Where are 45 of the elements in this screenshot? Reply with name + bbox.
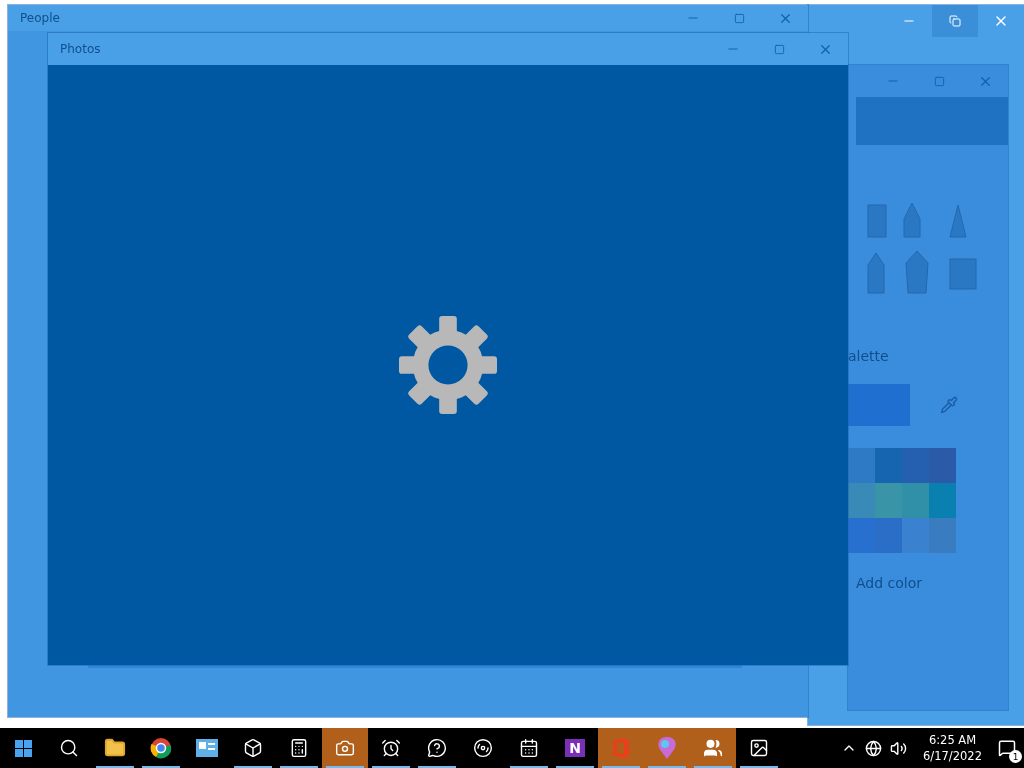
color-swatch[interactable] — [902, 448, 929, 483]
color-swatch[interactable] — [848, 518, 875, 553]
gear-icon — [399, 316, 497, 414]
notification-count: 1 — [1009, 750, 1022, 763]
color-swatch[interactable] — [929, 483, 956, 518]
windows-logo-icon — [14, 739, 32, 757]
help-icon — [427, 738, 447, 758]
camera-icon — [335, 738, 355, 758]
photos-icon — [749, 738, 769, 758]
people-icon — [703, 738, 723, 758]
volume-icon[interactable] — [890, 739, 908, 757]
maximize-icon — [933, 75, 945, 87]
color-swatch[interactable] — [848, 483, 875, 518]
eyedropper-icon[interactable] — [940, 396, 958, 414]
restore-icon — [949, 15, 961, 27]
restore-button[interactable] — [932, 5, 978, 37]
paint-drop-icon — [656, 736, 678, 760]
network-icon[interactable] — [865, 739, 883, 757]
window-title: Photos — [60, 42, 102, 56]
maximize-icon — [733, 12, 745, 24]
folder-icon — [104, 737, 126, 759]
onenote-icon: N — [565, 739, 585, 757]
calculator-icon — [289, 738, 309, 758]
alarm-clock-icon — [381, 738, 401, 758]
taskbar-button[interactable]: N — [552, 728, 598, 768]
selected-color-swatch[interactable] — [848, 384, 910, 426]
browser-icon — [150, 737, 172, 759]
search-icon — [59, 738, 79, 758]
color-swatch[interactable] — [902, 483, 929, 518]
calendar-icon — [519, 738, 539, 758]
maximize-icon — [773, 43, 785, 55]
palette-label: alette — [848, 348, 890, 364]
color-swatch[interactable] — [875, 448, 902, 483]
clock[interactable]: 6:25 AM 6/17/2022 — [923, 732, 982, 764]
color-swatch[interactable] — [929, 448, 956, 483]
disc-icon — [473, 738, 493, 758]
color-swatch[interactable] — [875, 518, 902, 553]
color-swatch[interactable] — [902, 518, 929, 553]
color-swatch[interactable] — [875, 483, 902, 518]
cube-icon — [243, 738, 263, 758]
color-swatch[interactable] — [929, 518, 956, 553]
color-swatch[interactable] — [848, 448, 875, 483]
window-title: People — [20, 11, 61, 25]
office-icon — [611, 737, 631, 759]
control-panel-icon — [196, 739, 218, 757]
